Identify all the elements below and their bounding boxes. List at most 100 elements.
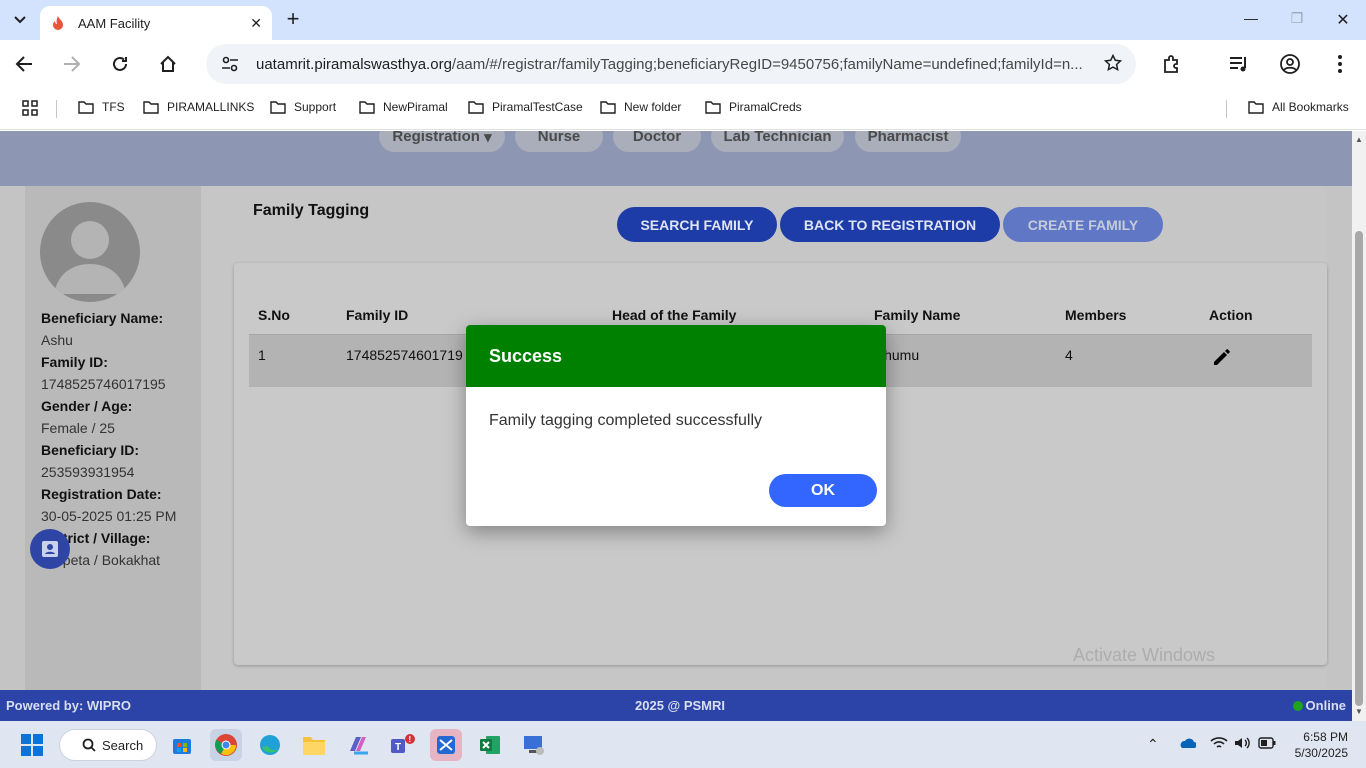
page-title: Family Tagging: [253, 202, 370, 219]
tray-chevron-up-icon[interactable]: ⌃: [1147, 736, 1159, 753]
scroll-thumb[interactable]: [1355, 231, 1363, 706]
browser-tab-bar: AAM Facility ✕ + — ❐ ✕: [0, 0, 1366, 40]
col-head-of-family: Head of the Family: [612, 307, 737, 323]
page-scrollbar[interactable]: ▲ ▼: [1352, 131, 1366, 721]
apps-grid-icon[interactable]: [22, 100, 46, 116]
clock-time: 6:58 PM: [1303, 730, 1348, 744]
bookmark-piramallinks[interactable]: PIRAMALLINKS: [143, 100, 254, 114]
back-icon[interactable]: [12, 52, 36, 76]
forward-icon[interactable]: [60, 52, 84, 76]
close-window-icon[interactable]: ✕: [1331, 10, 1355, 30]
tab-title: AAM Facility: [78, 15, 151, 31]
copyright: 2025 @ PSMRI: [635, 698, 725, 713]
folder-icon: [78, 101, 94, 114]
home-icon[interactable]: [156, 52, 180, 76]
col-family-id: Family ID: [346, 307, 409, 323]
online-status: Online: [1292, 698, 1346, 713]
chrome-app-icon[interactable]: [210, 729, 242, 761]
scroll-up-icon[interactable]: ▲: [1355, 135, 1363, 144]
role-tab-registration[interactable]: Registration ▾: [379, 131, 505, 152]
scroll-down-icon[interactable]: ▼: [1355, 707, 1363, 716]
col-sno: S.No: [258, 307, 290, 323]
bookmark-separator: [1226, 100, 1227, 118]
bookmark-piramaltestcase[interactable]: PiramalTestCase: [468, 100, 583, 114]
profile-icon[interactable]: [1278, 52, 1302, 76]
bookmarks-bar: TFS PIRAMALLINKS Support NewPiramal Pira…: [0, 88, 1366, 130]
tab-search-chevron-icon[interactable]: [8, 8, 32, 32]
reload-icon[interactable]: [108, 52, 132, 76]
snipping-tool-icon[interactable]: [430, 729, 462, 761]
edge-app-icon[interactable]: [254, 729, 286, 761]
taskbar-search[interactable]: Search: [59, 729, 157, 761]
svg-text:!: !: [409, 735, 412, 744]
family-id: 1748525746017195: [41, 376, 166, 392]
search-icon: [82, 738, 96, 752]
folder-icon: [270, 101, 286, 114]
windows-start-icon[interactable]: [16, 729, 48, 761]
new-tab-icon[interactable]: +: [282, 8, 304, 32]
extensions-icon[interactable]: [1160, 52, 1184, 76]
excel-app-icon[interactable]: [474, 729, 506, 761]
media-queue-icon[interactable]: [1227, 52, 1251, 76]
app-footer: Powered by: WIPRO 2025 @ PSMRI Online: [0, 690, 1352, 721]
svg-text:T: T: [395, 742, 401, 753]
create-family-button[interactable]: CREATE FAMILY: [1003, 207, 1163, 242]
role-tab-nurse[interactable]: Nurse: [515, 131, 603, 152]
beneficiary-name-label: Beneficiary Name:: [41, 310, 164, 326]
wifi-icon[interactable]: [1210, 736, 1228, 753]
store-app-icon[interactable]: [166, 729, 198, 761]
dialog-message: Family tagging completed successfully: [489, 412, 763, 429]
favicon-icon: [53, 16, 63, 30]
edit-pencil-icon[interactable]: [1212, 347, 1232, 367]
bookmark-separator: [56, 100, 57, 118]
battery-icon[interactable]: [1258, 736, 1276, 752]
contact-card-button[interactable]: [30, 529, 70, 569]
browser-tab[interactable]: AAM Facility ✕: [40, 6, 272, 40]
remote-desktop-icon[interactable]: [518, 729, 550, 761]
ok-button[interactable]: OK: [769, 474, 877, 507]
bookmark-support[interactable]: Support: [270, 100, 336, 114]
registration-date: 30-05-2025 01:25 PM: [41, 508, 177, 524]
cell-family-id: 174852574601719: [346, 347, 463, 363]
url-text: uatamrit.piramalswasthya.org/aam/#/regis…: [256, 55, 1083, 73]
browser-toolbar: uatamrit.piramalswasthya.org/aam/#/regis…: [0, 40, 1366, 88]
windows-taskbar: Search T! ⌃ 6:58 PM 5/30/2025: [0, 721, 1366, 768]
search-family-button[interactable]: SEARCH FAMILY: [617, 207, 777, 242]
dialog-title: Success: [466, 325, 886, 387]
teams-app-icon[interactable]: T!: [386, 729, 418, 761]
onedrive-icon[interactable]: [1178, 736, 1197, 752]
beneficiary-name: Ashu: [41, 332, 73, 348]
contact-card-icon: [42, 541, 58, 557]
minimize-icon[interactable]: —: [1239, 10, 1263, 30]
volume-icon[interactable]: [1234, 736, 1250, 753]
all-bookmarks[interactable]: All Bookmarks: [1248, 100, 1349, 114]
role-tab-doctor[interactable]: Doctor: [613, 131, 701, 152]
bookmark-piramalcreds[interactable]: PiramalCreds: [705, 100, 802, 114]
beneficiary-id: 253593931954: [41, 464, 135, 480]
close-tab-icon[interactable]: ✕: [250, 15, 262, 32]
bookmark-tfs[interactable]: TFS: [78, 100, 125, 114]
file-explorer-icon[interactable]: [298, 729, 330, 761]
folder-icon: [468, 101, 484, 114]
col-family-name: Family Name: [874, 307, 961, 323]
gender-age: Female / 25: [41, 420, 115, 436]
success-dialog: Success Family tagging completed success…: [466, 325, 886, 526]
folder-icon: [1248, 101, 1264, 114]
bookmark-star-icon[interactable]: [1104, 54, 1122, 72]
bookmark-newpiramal[interactable]: NewPiramal: [359, 100, 448, 114]
site-info-icon[interactable]: [220, 54, 240, 74]
restore-icon[interactable]: ❐: [1285, 10, 1309, 30]
address-bar[interactable]: uatamrit.piramalswasthya.org/aam/#/regis…: [206, 44, 1136, 84]
system-clock[interactable]: 6:58 PM 5/30/2025: [1295, 729, 1348, 761]
cell-sno: 1: [258, 347, 266, 363]
bookmark-new-folder[interactable]: New folder: [600, 100, 681, 114]
online-dot-icon: [1292, 700, 1303, 711]
menu-kebab-icon[interactable]: [1328, 52, 1352, 76]
powered-by: Powered by: WIPRO: [6, 698, 131, 713]
role-tab-lab-technician[interactable]: Lab Technician: [711, 131, 844, 152]
back-to-registration-button[interactable]: BACK TO REGISTRATION: [780, 207, 1000, 242]
m365-app-icon[interactable]: [342, 729, 374, 761]
beneficiary-info: Beneficiary Name: Ashu Family ID: 174852…: [41, 307, 176, 571]
gender-age-label: Gender / Age:: [41, 398, 133, 414]
role-tab-pharmacist[interactable]: Pharmacist: [855, 131, 961, 152]
